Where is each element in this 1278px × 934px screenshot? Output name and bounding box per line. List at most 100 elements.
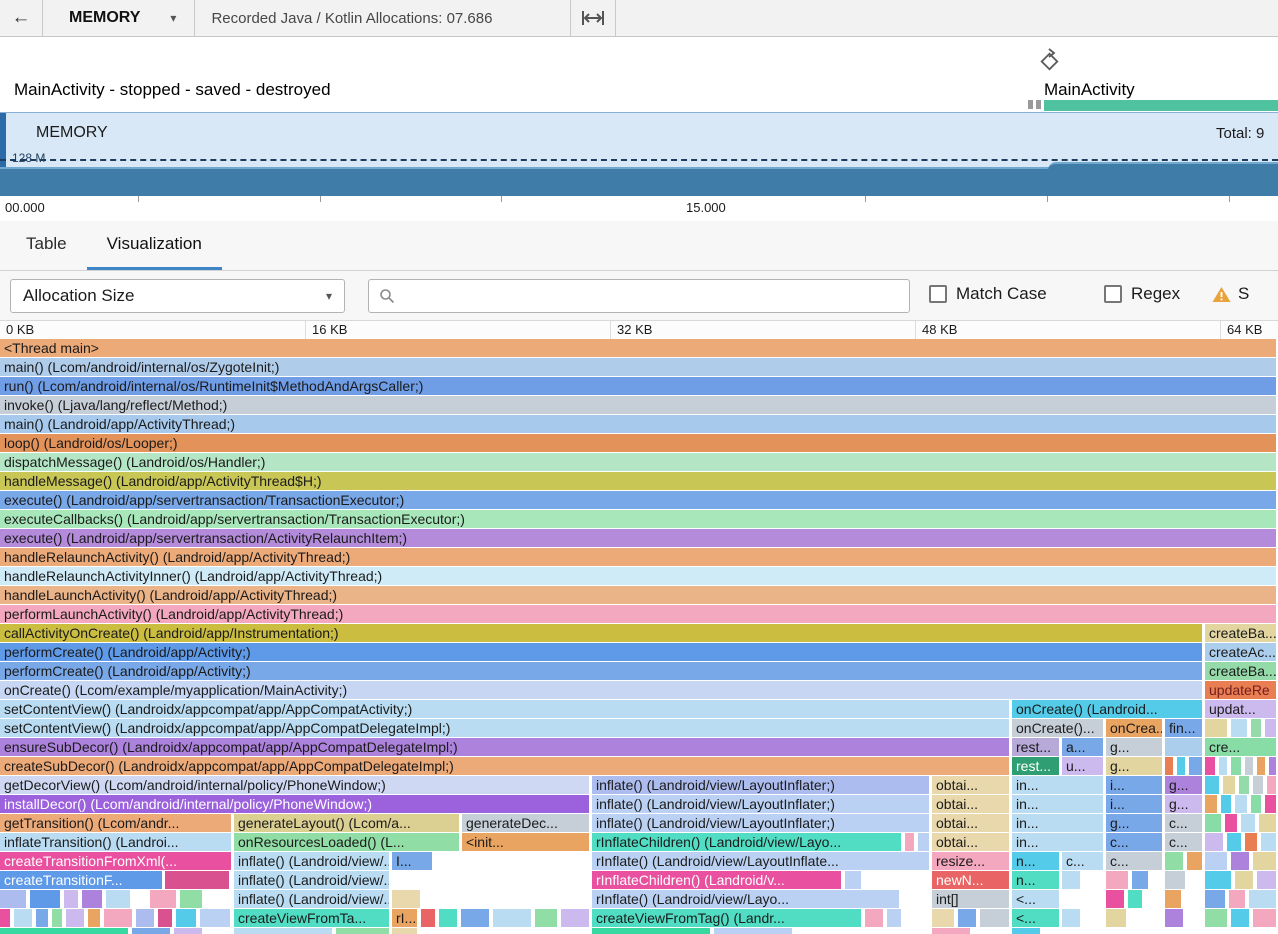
flame-segment[interactable] <box>1205 890 1225 908</box>
flame-segment[interactable] <box>958 909 976 927</box>
zoom-to-fit-button[interactable] <box>571 10 615 26</box>
flame-segment[interactable]: i... <box>1106 776 1162 794</box>
flame-segment[interactable] <box>932 909 954 927</box>
flame-segment[interactable] <box>1231 852 1249 870</box>
flame-segment[interactable]: in... <box>1012 833 1103 851</box>
flame-segment[interactable]: rest... <box>1012 738 1059 756</box>
flame-segment[interactable] <box>1012 928 1040 934</box>
flame-segment[interactable] <box>1106 890 1124 908</box>
flame-segment[interactable] <box>36 909 48 927</box>
flame-segment[interactable]: g... <box>1106 757 1162 775</box>
flame-segment[interactable]: resize... <box>932 852 1009 870</box>
flame-segment[interactable] <box>493 909 531 927</box>
flame-segment[interactable]: cre... <box>1205 738 1276 756</box>
flame-segment[interactable]: performCreate() (Landroid/app/Activity;) <box>0 662 1202 680</box>
flame-segment[interactable] <box>1251 795 1261 813</box>
flame-segment[interactable]: handleRelaunchActivity() (Landroid/app/A… <box>0 548 1276 566</box>
flame-segment[interactable] <box>174 928 202 934</box>
flame-segment[interactable] <box>1205 719 1227 737</box>
flame-segment[interactable] <box>1062 871 1080 889</box>
flame-segment[interactable]: obtai... <box>932 814 1009 832</box>
flame-segment[interactable] <box>176 909 196 927</box>
flame-segment[interactable] <box>104 909 132 927</box>
flame-segment[interactable] <box>88 909 100 927</box>
flame-segment[interactable]: onCreate() (Landroid... <box>1012 700 1202 718</box>
flame-segment[interactable] <box>136 909 154 927</box>
flame-segment[interactable] <box>1205 833 1223 851</box>
flame-segment[interactable]: createBa... <box>1205 624 1276 642</box>
flame-segment[interactable]: <... <box>1012 890 1059 908</box>
flame-segment[interactable]: u... <box>1062 757 1103 775</box>
flame-segment[interactable] <box>1165 909 1183 927</box>
flame-segment[interactable]: run() (Lcom/android/internal/os/RuntimeI… <box>0 377 1276 395</box>
flame-segment[interactable]: invoke() (Ljava/lang/reflect/Method;) <box>0 396 1276 414</box>
flame-segment[interactable] <box>865 909 883 927</box>
flame-segment[interactable] <box>180 890 202 908</box>
flame-segment[interactable]: ensureSubDecor() (Landroidx/appcompat/ap… <box>0 738 1009 756</box>
flame-segment[interactable] <box>439 909 457 927</box>
flame-segment[interactable]: fin... <box>1165 719 1202 737</box>
flame-segment[interactable] <box>592 928 710 934</box>
flame-segment[interactable] <box>30 890 60 908</box>
flame-segment[interactable] <box>1235 795 1247 813</box>
flame-segment[interactable] <box>980 909 1009 927</box>
flame-segment[interactable]: g... <box>1106 738 1162 756</box>
flame-segment[interactable]: inflate() (Landroid/view/LayoutInflater;… <box>592 814 929 832</box>
flame-segment[interactable] <box>1241 814 1255 832</box>
flame-segment[interactable]: createBa... <box>1205 662 1276 680</box>
flame-segment[interactable] <box>336 928 389 934</box>
flame-segment[interactable]: <Thread main> <box>0 339 1276 357</box>
flame-segment[interactable] <box>1259 814 1276 832</box>
flame-segment[interactable]: updat... <box>1205 700 1276 718</box>
flame-segment[interactable]: updateRe <box>1205 681 1276 699</box>
flame-segment[interactable] <box>1225 814 1237 832</box>
flame-segment[interactable] <box>1227 833 1241 851</box>
flame-segment[interactable] <box>905 833 914 851</box>
flame-segment[interactable] <box>535 909 557 927</box>
flame-segment[interactable]: n... <box>1012 871 1059 889</box>
flame-segment[interactable]: onCreate()... <box>1012 719 1103 737</box>
flame-segment[interactable] <box>887 909 901 927</box>
flame-segment[interactable] <box>1177 757 1185 775</box>
flame-segment[interactable] <box>1231 757 1241 775</box>
flame-segment[interactable]: inflate() (Landroid/view/LayoutInflater;… <box>592 795 929 813</box>
flame-segment[interactable]: onCrea... <box>1106 719 1162 737</box>
flame-segment[interactable]: rInflateChildren() (Landroid/view/Layo..… <box>592 833 901 851</box>
flame-segment[interactable] <box>1257 871 1276 889</box>
flame-segment[interactable] <box>1128 890 1142 908</box>
flame-segment[interactable] <box>0 928 128 934</box>
flame-segment[interactable]: loop() (Landroid/os/Looper;) <box>0 434 1276 452</box>
tab-table[interactable]: Table <box>6 221 87 270</box>
flame-segment[interactable] <box>1223 776 1235 794</box>
flame-segment[interactable]: onResourcesLoaded() (L... <box>234 833 459 851</box>
flame-segment[interactable]: createSubDecor() (Landroidx/appcompat/ap… <box>0 757 1009 775</box>
flame-segment[interactable]: performCreate() (Landroid/app/Activity;) <box>0 643 1202 661</box>
flame-segment[interactable] <box>1205 757 1215 775</box>
flame-segment[interactable] <box>1245 833 1257 851</box>
flame-segment[interactable]: in... <box>1012 795 1103 813</box>
flame-segment[interactable] <box>461 909 489 927</box>
flame-segment[interactable] <box>1165 757 1173 775</box>
flame-segment[interactable]: n... <box>1012 852 1059 870</box>
flame-segment[interactable] <box>14 909 32 927</box>
regex-checkbox[interactable]: Regex <box>1104 284 1180 304</box>
flame-segment[interactable]: createTransitionF... <box>0 871 162 889</box>
flame-segment[interactable] <box>52 909 62 927</box>
flame-segment[interactable]: createViewFromTag() (Landr... <box>592 909 861 927</box>
flame-segment[interactable]: newN... <box>932 871 1009 889</box>
flame-segment[interactable] <box>1106 909 1126 927</box>
flame-segment[interactable] <box>1261 833 1276 851</box>
flame-segment[interactable] <box>1239 776 1249 794</box>
flame-segment[interactable]: onCreate() (Lcom/example/myapplication/M… <box>0 681 1202 699</box>
flame-segment[interactable] <box>1253 852 1276 870</box>
flame-segment[interactable] <box>1219 757 1227 775</box>
flame-segment[interactable] <box>1231 909 1249 927</box>
flame-segment[interactable]: int[] <box>932 890 1009 908</box>
flame-segment[interactable]: installDecor() (Lcom/android/internal/po… <box>0 795 589 813</box>
flame-segment[interactable]: main() (Lcom/android/internal/os/ZygoteI… <box>0 358 1276 376</box>
flame-segment[interactable]: createViewFromTa... <box>234 909 389 927</box>
flame-segment[interactable]: obtai... <box>932 776 1009 794</box>
flame-segment[interactable]: <init... <box>462 833 589 851</box>
flame-segment[interactable] <box>1106 871 1128 889</box>
flame-segment[interactable]: inflate() (Landroid/view/... <box>234 852 389 870</box>
